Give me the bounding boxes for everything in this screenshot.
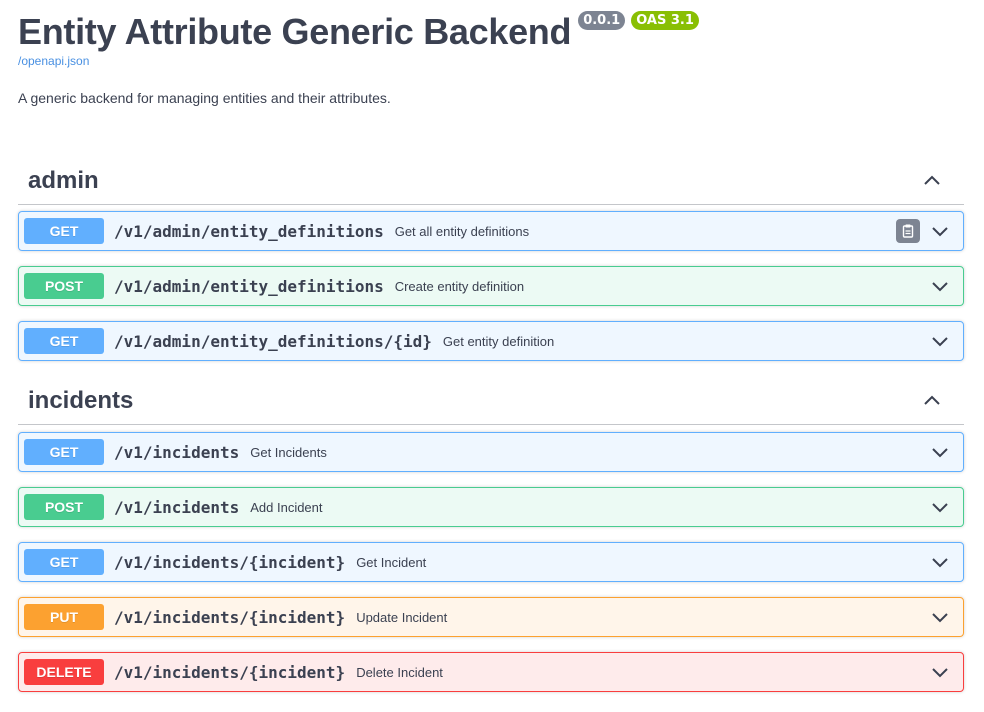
tag-section-incidents: incidents (18, 377, 964, 425)
operation-get-incident[interactable]: GET /v1/incidents/{incident} Get Inciden… (18, 542, 964, 582)
tag-header-admin[interactable]: admin (18, 157, 964, 205)
operation-path: /v1/admin/entity_definitions (114, 221, 384, 241)
chevron-up-icon[interactable] (922, 171, 942, 191)
operation-summary: Delete Incident (356, 664, 443, 680)
chevron-down-icon[interactable] (930, 221, 950, 241)
api-description: A generic backend for managing entities … (18, 90, 391, 106)
tag-name: admin (28, 166, 99, 194)
clipboard-icon[interactable] (896, 219, 920, 243)
operation-summary: Create entity definition (394, 278, 525, 294)
operation-summary: Get entity definition (442, 333, 555, 349)
operation-path: /v1/incidents/{incident} (114, 662, 346, 682)
operation-path: /v1/admin/entity_definitions (114, 276, 384, 296)
tag-section-admin: admin (18, 157, 964, 205)
operation-get-entity-definition[interactable]: GET /v1/admin/entity_definitions/{id} Ge… (18, 321, 964, 361)
operation-path: /v1/incidents/{incident} (114, 607, 346, 627)
method-badge: GET (24, 439, 104, 465)
chevron-down-icon[interactable] (930, 276, 950, 296)
operation-delete-incident[interactable]: DELETE /v1/incidents/{incident} Delete I… (18, 652, 964, 692)
operation-summary: Get all entity definitions (394, 223, 530, 239)
openapi-json-link[interactable]: /openapi.json (18, 54, 89, 68)
chevron-down-icon[interactable] (930, 497, 950, 517)
method-badge: GET (24, 549, 104, 575)
operation-get-incidents[interactable]: GET /v1/incidents Get Incidents (18, 432, 964, 472)
version-badges: 0.0.1 OAS 3.1 (578, 11, 699, 30)
operation-path: /v1/admin/entity_definitions/{id} (114, 331, 432, 351)
chevron-up-icon[interactable] (922, 391, 942, 411)
operation-summary: Update Incident (356, 609, 448, 625)
method-badge: POST (24, 273, 104, 299)
method-badge: POST (24, 494, 104, 520)
api-title: Entity Attribute Generic Backend (18, 11, 572, 52)
chevron-down-icon[interactable] (930, 331, 950, 351)
operation-put-incident[interactable]: PUT /v1/incidents/{incident} Update Inci… (18, 597, 964, 637)
tag-name: incidents (28, 386, 134, 414)
method-badge: GET (24, 328, 104, 354)
operation-summary: Add Incident (250, 499, 323, 515)
method-badge: GET (24, 218, 104, 244)
operation-post-incidents[interactable]: POST /v1/incidents Add Incident (18, 487, 964, 527)
operation-path: /v1/incidents (114, 497, 240, 517)
chevron-down-icon[interactable] (930, 442, 950, 462)
version-badge: 0.0.1 (578, 11, 626, 30)
chevron-down-icon[interactable] (930, 552, 950, 572)
operation-summary: Get Incident (356, 554, 427, 570)
method-badge: PUT (24, 604, 104, 630)
oas-badge: OAS 3.1 (631, 11, 699, 30)
operation-get-entity-definitions[interactable]: GET /v1/admin/entity_definitions Get all… (18, 211, 964, 251)
operation-post-entity-definitions[interactable]: POST /v1/admin/entity_definitions Create… (18, 266, 964, 306)
chevron-down-icon[interactable] (930, 607, 950, 627)
operation-summary: Get Incidents (250, 444, 327, 460)
api-title-row: Entity Attribute Generic Backend 0.0.1 O… (18, 10, 699, 54)
tag-header-incidents[interactable]: incidents (18, 377, 964, 425)
operation-path: /v1/incidents (114, 442, 240, 462)
method-badge: DELETE (24, 659, 104, 685)
operation-path: /v1/incidents/{incident} (114, 552, 346, 572)
chevron-down-icon[interactable] (930, 662, 950, 682)
